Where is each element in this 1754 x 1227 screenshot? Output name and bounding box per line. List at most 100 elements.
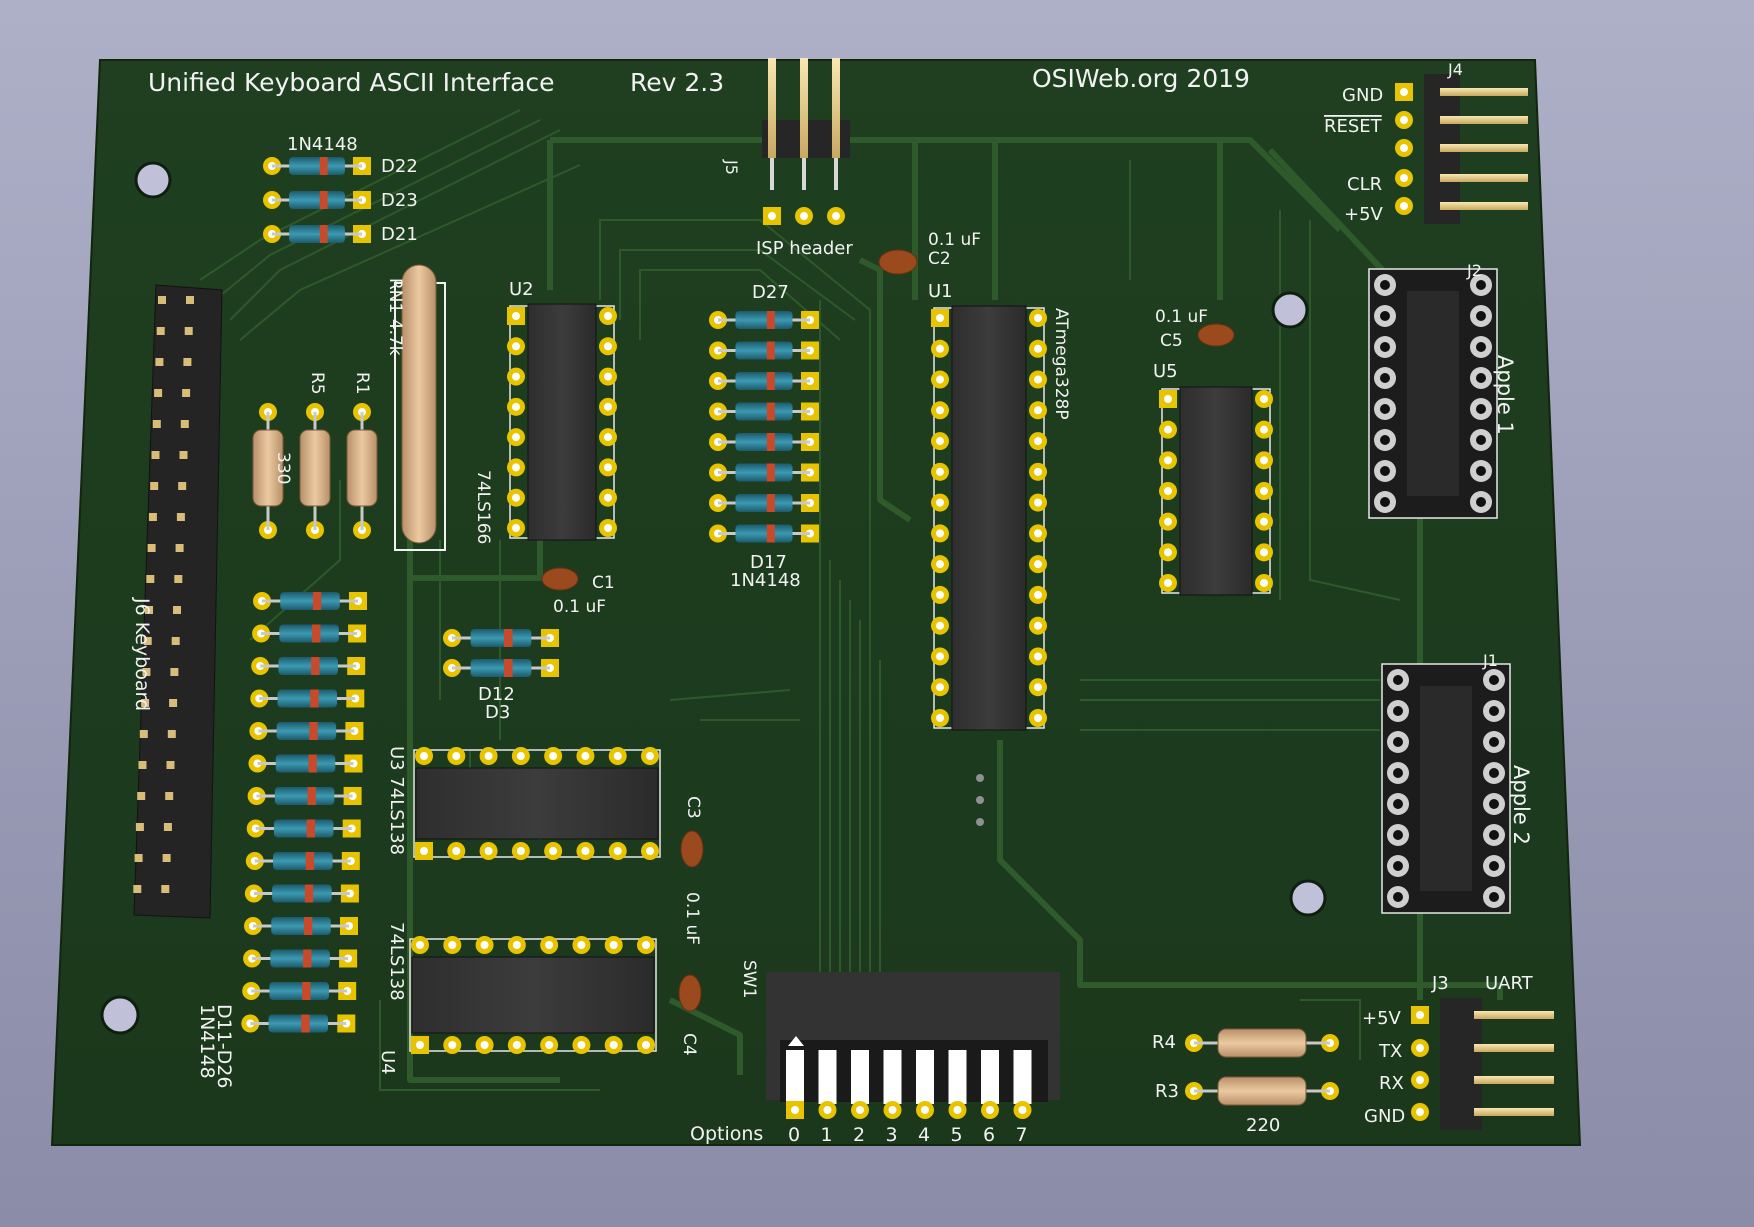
header-pin <box>179 451 188 459</box>
uart-label: UART <box>1485 973 1534 994</box>
resistor-body <box>299 429 331 507</box>
u1-label: U1 <box>928 281 953 302</box>
diode-band <box>766 524 775 543</box>
u2-part-label: 74LS166 <box>473 470 493 544</box>
uart-gnd-label: GND <box>1364 1106 1405 1127</box>
diode-band <box>319 191 328 209</box>
diode-body <box>735 341 793 360</box>
isp-header-label: ISP header <box>756 238 853 259</box>
d11-d26-part-label: 1N4148 <box>196 1004 218 1079</box>
diode-band <box>319 225 328 243</box>
header-pin <box>1440 116 1528 124</box>
c2-label: C2 <box>928 249 951 269</box>
diode-band <box>305 852 315 870</box>
diode-body <box>272 884 332 903</box>
diode-band <box>302 982 311 1000</box>
diode-body <box>270 949 330 968</box>
dip-switch-lever <box>883 1050 902 1104</box>
c2-capacitor <box>878 249 918 275</box>
c1-capacitor <box>541 567 579 591</box>
j4-clr-label: CLR <box>1347 174 1382 195</box>
header-pin <box>184 327 193 335</box>
header-pin <box>174 575 183 583</box>
header-pin <box>1440 88 1528 96</box>
d21-label: D21 <box>381 224 418 245</box>
header-pin <box>165 792 174 800</box>
header-pin <box>1474 1076 1554 1084</box>
c5-label: C5 <box>1160 331 1183 351</box>
option-number: 6 <box>983 1124 995 1146</box>
r-value: 330 <box>273 452 293 484</box>
resistor-body <box>346 429 378 507</box>
diode-band <box>312 624 321 643</box>
rn1-label: RN1 4.7k <box>385 278 405 356</box>
diode-body <box>273 852 333 870</box>
sw1-label: SW1 <box>739 960 759 998</box>
diode-band <box>312 592 322 610</box>
diode-body <box>277 689 338 708</box>
j5-label: J5 <box>722 159 741 175</box>
uart-tx-label: TX <box>1378 1041 1402 1062</box>
diode-body <box>280 592 340 610</box>
dip-switch-lever <box>916 1050 934 1104</box>
header-pin <box>147 544 156 552</box>
c4-capacitor <box>678 974 702 1012</box>
apple1-label: Apple 1 <box>1493 355 1517 435</box>
diode-band <box>310 689 319 708</box>
header-pin <box>1440 202 1528 210</box>
diode-body <box>735 372 793 390</box>
j4-label: J4 <box>1447 60 1463 79</box>
diode-band <box>504 629 513 647</box>
diode-band <box>766 402 775 421</box>
diode-band <box>308 754 317 773</box>
header-pin <box>134 854 143 862</box>
diode-body <box>470 629 532 647</box>
u5-label: U5 <box>1153 361 1178 382</box>
header-pin <box>176 513 185 521</box>
diode-body <box>735 463 793 482</box>
diode-band <box>311 657 320 675</box>
diode-body <box>735 494 793 512</box>
c3-label: C3 <box>683 796 703 819</box>
j3-label: J3 <box>1431 973 1449 994</box>
diode-body <box>735 402 793 421</box>
u3-label: U3 74LS138 <box>386 746 407 855</box>
ic-body <box>951 305 1027 731</box>
header-pin <box>1474 1044 1554 1052</box>
u1-part-label: ATmega328P <box>1051 308 1071 420</box>
header-pin <box>138 761 147 769</box>
diode-band <box>504 659 513 677</box>
header-pin <box>169 699 178 707</box>
j4-reset-label: RESET <box>1324 116 1383 137</box>
header-pin <box>183 358 192 366</box>
dip-switch-lever <box>818 1050 837 1104</box>
header-pin <box>182 389 191 397</box>
diode-body <box>279 624 339 643</box>
options-label: Options <box>690 1123 763 1145</box>
diode-body <box>273 819 334 838</box>
j1-label: J1 <box>1482 651 1498 670</box>
diode-band <box>319 157 328 175</box>
c1-value: 0.1 uF <box>553 597 606 617</box>
ic-body <box>411 956 655 1034</box>
c3-capacitor <box>680 830 704 868</box>
diode-band <box>304 884 314 903</box>
header-pin <box>1440 144 1528 152</box>
header-pin <box>800 58 808 158</box>
diode-body <box>276 722 337 740</box>
header-pin <box>175 544 184 552</box>
diode-group-top <box>263 157 371 243</box>
d23-label: D23 <box>381 190 418 211</box>
diode-body <box>289 157 345 175</box>
diode-body <box>735 433 793 451</box>
header-pin <box>167 730 176 738</box>
c3-c4-value: 0.1 uF <box>682 892 702 945</box>
diode-body <box>271 917 331 935</box>
option-number: 2 <box>853 1124 865 1146</box>
diode-band <box>766 494 775 512</box>
option-number: 0 <box>788 1124 800 1146</box>
diode-band <box>306 819 316 838</box>
header-pin <box>170 668 179 676</box>
option-number: 7 <box>1016 1124 1028 1146</box>
j2-socket-apple1 <box>1368 268 1498 519</box>
